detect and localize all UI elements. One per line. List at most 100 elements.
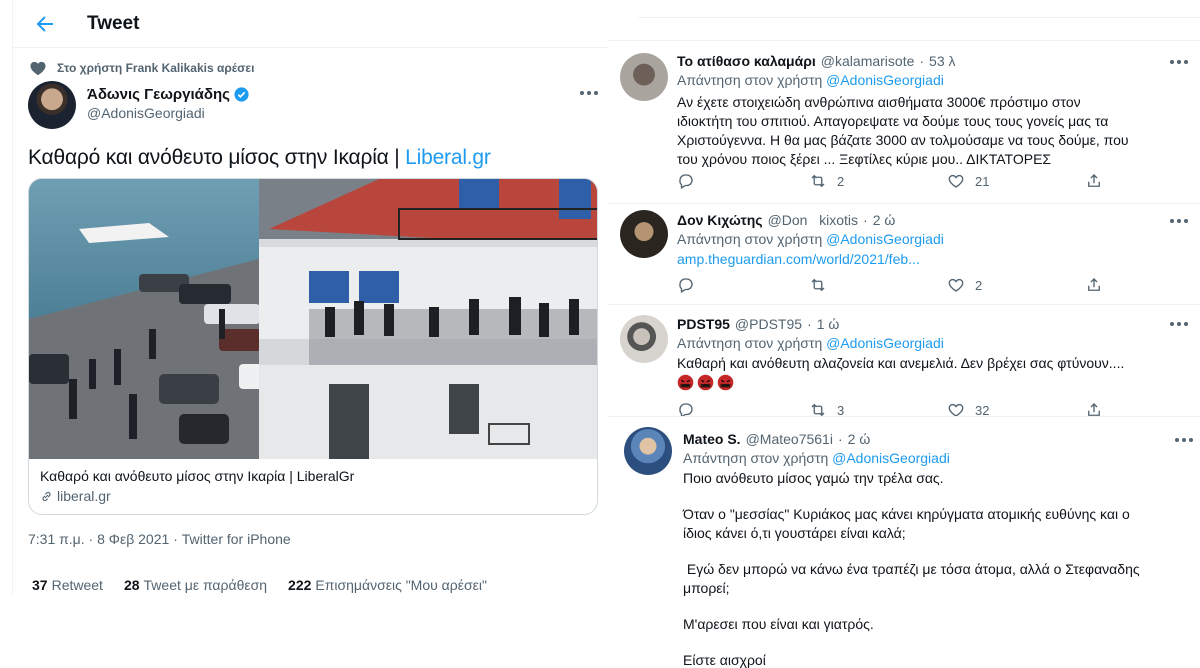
reply-tweet[interactable]: Δον Κιχώτης @Don kixotis · 2 ώ Απάντηση … [608,203,1200,304]
replying-to-user[interactable]: @AdonisGeorgiadi [826,335,944,351]
dot-separator: · [919,53,925,69]
reply-time[interactable]: 1 ώ [817,316,840,332]
share-icon [1088,278,1100,291]
reply-line [683,488,1198,505]
replying-to: Απάντηση στον χρήστη @AdonisGeorgiadi [677,231,944,247]
reply-action[interactable] [677,401,705,416]
reply-author-name[interactable]: Mateo S. [683,431,741,447]
reply-time[interactable]: 2 ώ [873,212,896,228]
retweet-icon [811,278,825,292]
reply-avatar[interactable] [620,53,668,101]
link-card-domain-text[interactable]: liberal.gr [57,488,111,504]
reply-author-row[interactable]: Mateo S. @Mateo7561i · 2 ώ [683,431,870,447]
likes-stat[interactable]: 222 Επισημάνσεις "Μου αρέσει" [288,577,487,593]
reply-actions: 3 32 [677,401,1157,416]
more-options-icon[interactable] [1169,321,1189,327]
share-action[interactable] [1085,172,1113,190]
author-name-row[interactable]: Άδωνις Γεωργιάδης [87,86,250,103]
reply-author-row[interactable]: PDST95 @PDST95 · 1 ώ [677,316,839,332]
more-options-icon[interactable] [1169,59,1189,65]
share-action[interactable] [1085,276,1113,294]
tweet-text-body: Καθαρό και ανόθευτο μίσος στην Ικαρία | [28,146,406,169]
reply-line [683,634,1198,651]
reply-time[interactable]: 53 λ [929,53,955,69]
retweet-action[interactable]: 2 [809,172,844,190]
link-card[interactable]: Καθαρό και ανόθευτο μίσος στην Ικαρία | … [28,178,598,515]
link-icon [42,491,51,501]
like-action[interactable]: 2 [947,276,982,294]
retweets-count: 3 [837,402,845,417]
reply-time[interactable]: 2 ώ [848,431,871,447]
reply-line: ιδιοκτήτη του σπιτιού. Απαγορεψατε να δο… [677,113,1109,129]
likes-count[interactable]: 222 [288,577,311,593]
reply-author-handle[interactable]: @kalamarisote [821,53,915,69]
likes-count: 2 [975,277,983,293]
replying-to: Απάντηση στον χρήστη @AdonisGeorgiadi [683,450,950,466]
link-card-domain[interactable]: liberal.gr [40,488,111,504]
more-options-icon[interactable] [1169,218,1189,224]
reply-author-name[interactable]: Το ατίθασο καλαμάρι [677,53,816,69]
reply-tweet[interactable]: Mateo S. @Mateo7561i · 2 ώ Απάντηση στον… [608,416,1200,668]
likes-count: 32 [975,402,990,417]
reply-author-handle[interactable]: @PDST95 [735,316,802,332]
retweets-stat[interactable]: 37 Retweet [32,577,103,593]
author-handle[interactable]: @AdonisGeorgiadi [87,105,205,121]
reply-author-name[interactable]: Δον Κιχώτης [677,212,763,228]
reply-line: Εγώ δεν μπορώ να κάνω ένα τραπέζι με τόσ… [683,561,1140,577]
likes-label[interactable]: Επισημάνσεις "Μου αρέσει" [315,577,487,593]
link-card-image[interactable] [29,179,598,459]
heart-outline-icon [948,278,964,292]
reply-text: Αν έχετε στοιχειώδη ανθρώπινα αισθήματα … [677,93,1187,169]
reply-avatar[interactable] [620,315,668,363]
tweet-date[interactable]: 8 Φεβ 2021 [97,531,169,547]
share-icon [1088,403,1100,416]
quotes-stat[interactable]: 28 Tweet με παράθεση [124,577,267,593]
retweets-label[interactable]: Retweet [52,577,103,593]
reply-text: Καθαρή και ανόθευτη αλαζονεία και ανεμελ… [677,354,1187,373]
more-options-icon[interactable] [1174,437,1194,443]
reply-tweet[interactable]: Το ατίθασο καλαμάρι @kalamarisote · 53 λ… [608,40,1200,203]
share-icon [1088,174,1100,187]
heart-outline-icon [948,403,964,416]
retweet-icon [811,174,825,188]
author-avatar[interactable] [28,81,76,129]
tweet-timestamp[interactable]: 7:31 π.μ. · 8 Φεβ 2021 · Twitter for iPh… [28,531,291,547]
back-arrow-icon[interactable] [33,12,57,36]
comment-icon [679,174,693,189]
quotes-count[interactable]: 28 [124,577,140,593]
tweet-time[interactable]: 7:31 π.μ. [28,531,85,547]
reply-author-row[interactable]: Το ατίθασο καλαμάρι @kalamarisote · 53 λ [677,53,956,69]
social-context[interactable]: Στο χρήστη Frank Kalikakis αρέσει [29,58,254,78]
reply-link[interactable]: amp.theguardian.com/world/2021/feb... [677,251,920,267]
retweets-count[interactable]: 37 [32,577,48,593]
reply-author-handle[interactable]: @Mateo7561i [746,431,833,447]
tweet-text: Καθαρό και ανόθευτο μίσος στην Ικαρία | … [28,146,491,170]
comment-icon [679,278,693,293]
author-name[interactable]: Άδωνις Γεωργιάδης [87,86,230,103]
tweet-source[interactable]: Twitter for iPhone [182,531,291,547]
liked-by-label: Στο χρήστη Frank Kalikakis αρέσει [57,61,255,75]
reply-author-handle[interactable]: @Don kixotis [768,212,858,228]
tweet-header: Tweet [13,0,614,48]
retweet-action[interactable] [809,276,837,294]
replying-to-user[interactable]: @AdonisGeorgiadi [832,450,950,466]
replying-to-prefix: Απάντηση στον χρήστη [677,231,823,247]
reply-avatar[interactable] [620,210,668,258]
share-action[interactable] [1085,401,1113,416]
retweet-action[interactable]: 3 [809,401,844,416]
more-options-icon[interactable] [579,90,599,96]
tweet-link[interactable]: Liberal.gr [405,146,491,169]
reply-action[interactable] [677,172,705,190]
replying-to-user[interactable]: @AdonisGeorgiadi [826,72,944,88]
replying-to-user[interactable]: @AdonisGeorgiadi [826,231,944,247]
link-card-title[interactable]: Καθαρό και ανόθευτο μίσος στην Ικαρία | … [40,468,354,484]
reply-author-row[interactable]: Δον Κιχώτης @Don kixotis · 2 ώ [677,212,895,228]
reply-action[interactable] [677,276,705,294]
reply-tweet[interactable]: PDST95 @PDST95 · 1 ώ Απάντηση στον χρήστ… [608,304,1200,416]
like-action[interactable]: 32 [947,401,989,416]
reply-author-name[interactable]: PDST95 [677,316,730,332]
like-action[interactable]: 21 [947,172,989,190]
divider [638,17,1200,18]
reply-avatar[interactable] [624,427,672,475]
quotes-label[interactable]: Tweet με παράθεση [144,577,268,593]
